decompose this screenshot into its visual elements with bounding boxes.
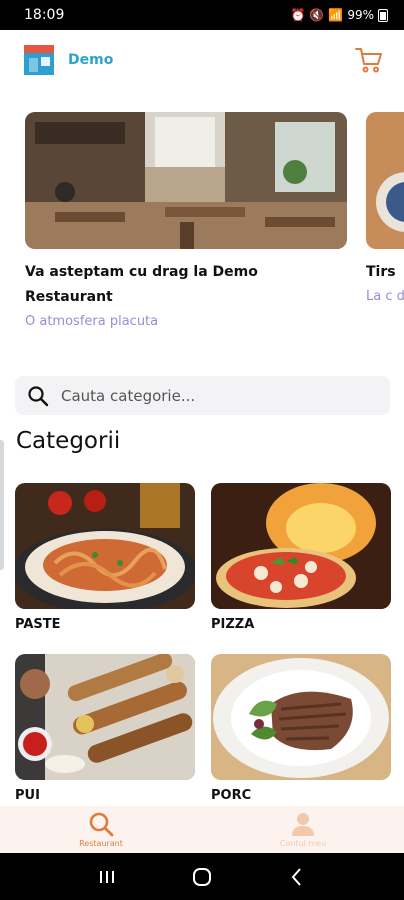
user-icon [292, 813, 314, 836]
edge-panel-handle[interactable] [0, 440, 4, 570]
pork-steak-photo [211, 654, 391, 780]
category-label: PASTE [15, 617, 61, 632]
home-icon[interactable] [191, 866, 213, 888]
category-paste[interactable]: PASTE [15, 483, 195, 632]
cart-icon[interactable] [354, 45, 384, 75]
back-icon[interactable] [286, 866, 308, 888]
promo-photo [366, 112, 404, 249]
pasta-photo [15, 483, 195, 609]
category-pizza[interactable]: PIZZA [211, 483, 391, 632]
battery-percent: 99% [347, 8, 374, 22]
alarm-icon: ⏰ [290, 8, 306, 22]
pizza-photo [211, 483, 391, 609]
restaurant-logo-icon[interactable] [24, 45, 54, 75]
status-icons: ⏰ 🔇 📶 99% [290, 8, 388, 22]
search-icon [28, 385, 49, 406]
category-pui[interactable]: PUI [15, 654, 195, 803]
category-label: PIZZA [211, 617, 255, 632]
tab-label: Contul meu [279, 839, 327, 848]
chicken-skewers-photo [15, 654, 195, 780]
mute-icon: 🔇 [309, 8, 325, 22]
bottom-tab-bar: Restaurant Contul meu [0, 806, 404, 853]
wifi-icon: 📶 [328, 8, 344, 22]
promo-title: Va asteptam cu drag la Demo Restaurant [25, 264, 258, 305]
promo-subtitle: O atmosfera placuta [25, 314, 159, 329]
promo-title: Tirs [366, 264, 396, 280]
battery-icon [378, 8, 388, 22]
tab-restaurant[interactable]: Restaurant [0, 806, 202, 853]
tab-label: Restaurant [79, 839, 123, 848]
status-time: 18:09 [24, 7, 65, 23]
search-icon [89, 812, 114, 837]
search-input[interactable] [61, 386, 361, 405]
brand-name: Demo [68, 52, 114, 68]
category-label: PORC [211, 788, 252, 803]
promo-card[interactable]: Tirs La c de I [366, 112, 404, 304]
promo-carousel[interactable]: Va asteptam cu drag la Demo Restaurant O… [0, 112, 404, 342]
tab-account[interactable]: Contul meu [202, 806, 404, 853]
restaurant-interior-photo [25, 112, 347, 249]
status-bar: 18:09 ⏰ 🔇 📶 99% [0, 0, 404, 30]
promo-subtitle: La c de I [366, 289, 404, 304]
system-nav-bar [0, 853, 404, 900]
category-search[interactable] [15, 376, 390, 415]
recent-apps-icon[interactable] [96, 866, 118, 888]
app-header: Demo [0, 30, 404, 90]
category-porc[interactable]: PORC [211, 654, 391, 803]
categories-heading: Categorii [16, 428, 121, 454]
promo-card[interactable]: Va asteptam cu drag la Demo Restaurant O… [25, 112, 347, 329]
category-label: PUI [15, 788, 40, 803]
